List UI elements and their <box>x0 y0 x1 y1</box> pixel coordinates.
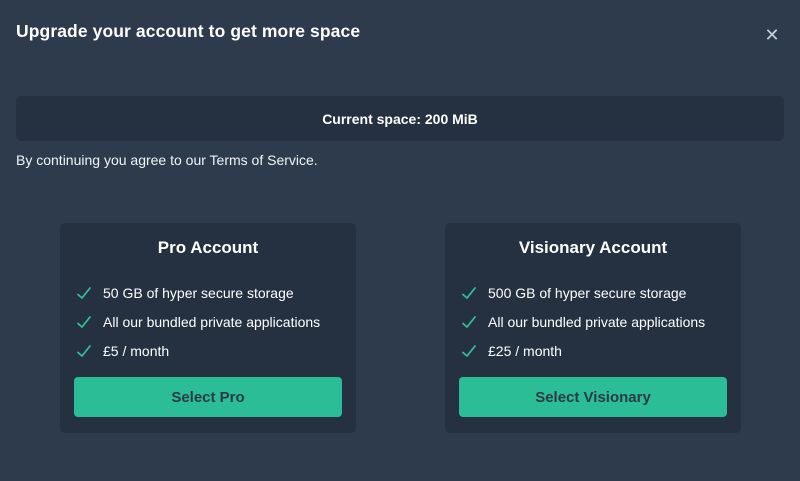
feature-row: All our bundled private applications <box>459 307 727 336</box>
current-space-banner: Current space: 200 MiB <box>16 96 784 141</box>
plan-features-pro: 50 GB of hyper secure storage All our bu… <box>74 278 342 365</box>
plan-title-visionary: Visionary Account <box>459 238 727 258</box>
feature-row: 50 GB of hyper secure storage <box>74 278 342 307</box>
terms-prefix-text: By continuing you agree to our <box>16 152 210 168</box>
feature-row: All our bundled private applications <box>74 307 342 336</box>
check-icon <box>76 343 92 359</box>
feature-label: 500 GB of hyper secure storage <box>488 285 686 301</box>
close-icon[interactable]: ✕ <box>758 21 786 49</box>
feature-label: £5 / month <box>103 343 169 359</box>
plan-card-visionary: Visionary Account 500 GB of hyper secure… <box>445 223 741 433</box>
check-icon <box>76 285 92 301</box>
feature-label: 50 GB of hyper secure storage <box>103 285 294 301</box>
plan-card-pro: Pro Account 50 GB of hyper secure storag… <box>60 223 356 433</box>
feature-row: £25 / month <box>459 336 727 365</box>
select-pro-button[interactable]: Select Pro <box>74 377 342 417</box>
feature-label: All our bundled private applications <box>103 314 320 330</box>
check-icon <box>461 343 477 359</box>
feature-label: £25 / month <box>488 343 562 359</box>
feature-row: 500 GB of hyper secure storage <box>459 278 727 307</box>
plan-title-pro: Pro Account <box>74 238 342 258</box>
page-title: Upgrade your account to get more space <box>16 21 360 42</box>
terms-line: By continuing you agree to our Terms of … <box>16 152 318 168</box>
check-icon <box>461 314 477 330</box>
current-space-text: Current space: 200 MiB <box>322 111 478 127</box>
feature-row: £5 / month <box>74 336 342 365</box>
check-icon <box>461 285 477 301</box>
feature-label: All our bundled private applications <box>488 314 705 330</box>
check-icon <box>76 314 92 330</box>
select-visionary-button[interactable]: Select Visionary <box>459 377 727 417</box>
terms-of-service-link[interactable]: Terms of Service. <box>210 152 318 168</box>
plan-features-visionary: 500 GB of hyper secure storage All our b… <box>459 278 727 365</box>
